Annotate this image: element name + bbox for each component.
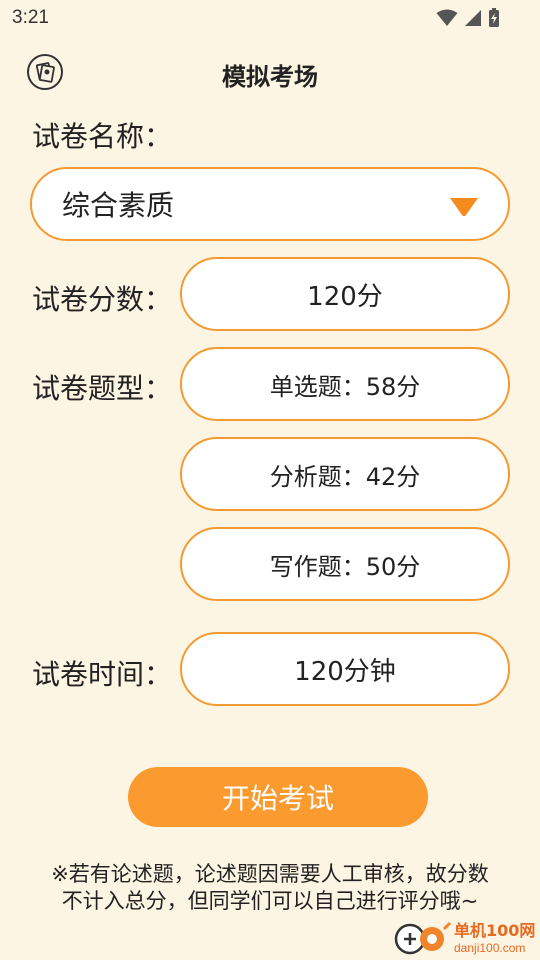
watermark-icon — [394, 921, 452, 954]
watermark-name: 单机100网 — [454, 921, 536, 940]
question-type-text: 分析题：42分 — [269, 462, 421, 491]
question-type-item: 分析题：42分 — [180, 437, 510, 511]
question-type-item: 单选题：58分 — [180, 347, 510, 421]
question-types-label: 试卷题型： — [32, 372, 173, 405]
signal-icon — [464, 9, 482, 31]
status-time: 3:21 — [12, 7, 49, 28]
score-value: 120分 — [307, 281, 383, 312]
duration-value: 120分钟 — [294, 656, 396, 687]
status-bar: 3:21 — [0, 0, 540, 36]
paper-name-value: 综合素质 — [62, 189, 175, 222]
question-type-text: 写作题：50分 — [269, 552, 421, 581]
scoring-note-line: 不计入总分，但同学们可以自己进行评分哦~ — [61, 889, 479, 913]
scoring-note-line: ※若有论述题，论述题因需要人工审核，故分数 — [51, 862, 489, 886]
scoring-note: ※若有论述题，论述题因需要人工审核，故分数 不计入总分，但同学们可以自己进行评分… — [0, 861, 540, 915]
question-type-item: 写作题：50分 — [180, 527, 510, 601]
duration-label: 试卷时间： — [32, 658, 173, 691]
page-title: 模拟考场 — [222, 63, 318, 91]
score-field: 120分 — [180, 257, 510, 331]
watermark-url: danji100.com — [454, 941, 526, 955]
battery-charging-icon — [488, 8, 500, 32]
exam-screen: 3:21 模拟考场 试卷名称： 综合素质 试卷分数： 120分 试卷题型： 单选… — [0, 0, 540, 960]
question-type-text: 单选题：58分 — [269, 372, 421, 401]
paper-name-select[interactable]: 综合素质 — [30, 167, 510, 241]
start-exam-button[interactable]: 开始考试 — [128, 767, 428, 827]
duration-field: 120分钟 — [180, 632, 510, 706]
score-label: 试卷分数： — [32, 283, 173, 316]
paper-name-label: 试卷名称： — [32, 120, 173, 153]
status-icons — [436, 8, 500, 32]
watermark-logo: 单机100网 danji100.com — [392, 917, 540, 960]
triangle-down-icon — [450, 198, 478, 217]
wifi-icon — [436, 9, 458, 31]
